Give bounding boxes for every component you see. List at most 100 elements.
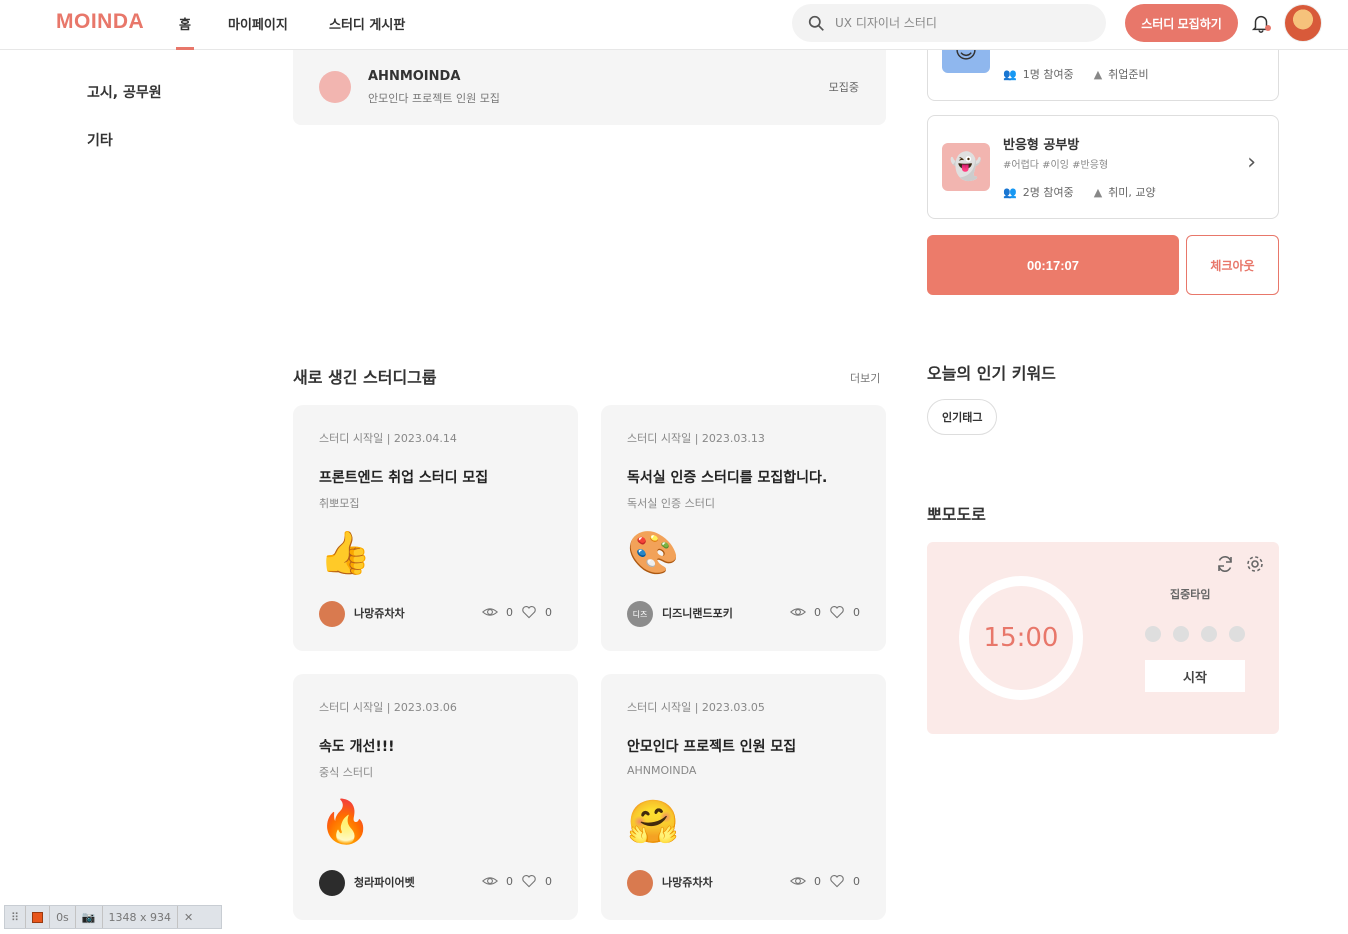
logo[interactable]: MOINDA	[56, 10, 144, 34]
avatar	[627, 870, 653, 896]
like-count: 0	[545, 874, 552, 888]
record-icon	[32, 911, 44, 923]
group-author: 나망쥬차차	[354, 607, 405, 620]
new-groups-title: 새로 생긴 스터디그룹	[293, 368, 437, 387]
group-author: 디즈니랜드포키	[662, 607, 733, 620]
top-header: MOINDA 홈 마이페이지 스터디 게시판 스터디 모집하기	[0, 0, 1348, 50]
pomodoro-mode: 집중타임	[1170, 588, 1211, 601]
camera-icon[interactable]: 📷	[76, 906, 103, 928]
thumbs-up-icon: 👍	[319, 528, 372, 577]
nav-study-board[interactable]: 스터디 게시판	[329, 14, 405, 33]
group-subtitle: 중식 스터디	[319, 766, 374, 779]
keywords-title: 오늘의 인기 키워드	[927, 364, 1056, 383]
group-stats: 0 0	[790, 604, 860, 620]
room-category: 취업준비	[1108, 68, 1149, 81]
pomodoro-title: 뽀모도로	[927, 505, 986, 524]
pomodoro-controls	[1215, 554, 1265, 574]
my-study-card[interactable]: AHNMOINDA 안모인다 프로젝트 인원 모집 모집중	[293, 48, 886, 125]
recruit-study-button[interactable]: 스터디 모집하기	[1125, 4, 1238, 42]
view-count: 0	[506, 874, 513, 888]
search-icon	[808, 15, 824, 31]
room-meta: 👥 2명 참여중 ▲ 취미, 교양	[1003, 184, 1156, 200]
group-title: 속도 개선!!!	[319, 739, 395, 755]
group-title: 안모인다 프로젝트 인원 모집	[627, 739, 797, 755]
group-card[interactable]: 스터디 시작일 | 2023.03.06 속도 개선!!! 중식 스터디 🔥 청…	[293, 674, 578, 920]
progress-dot	[1201, 626, 1217, 642]
room-tags: #어렵다 #이잉 #반응형	[1003, 160, 1109, 171]
room-card[interactable]: 👻 반응형 공부방 #어렵다 #이잉 #반응형 👥 2명 참여중 ▲ 취미, 교양 …	[927, 115, 1279, 219]
group-stats: 0 0	[790, 873, 860, 889]
people-icon: 👥	[1003, 186, 1017, 199]
sidebar-item-exam[interactable]: 고시, 공무원	[87, 82, 162, 102]
study-avatar	[319, 71, 351, 103]
avatar: 디즈	[627, 601, 653, 627]
group-author: 나망쥬차차	[662, 876, 713, 889]
group-subtitle: 취뽀모집	[319, 497, 360, 510]
study-timer-button[interactable]: 00:17:07	[927, 235, 1179, 295]
status-badge: 모집중	[828, 81, 859, 94]
fire-icon: 🔥	[319, 797, 372, 846]
capture-size: 1348 x 934	[103, 906, 178, 928]
eye-icon	[790, 877, 806, 885]
chevron-right-icon: ›	[1247, 150, 1256, 175]
eye-icon	[482, 877, 498, 885]
user-avatar[interactable]	[1284, 4, 1322, 42]
sidebar-item-etc[interactable]: 기타	[87, 130, 113, 150]
group-date: 스터디 시작일 | 2023.04.14	[319, 432, 457, 445]
hugging-face-icon: 🤗	[627, 797, 680, 846]
group-date: 스터디 시작일 | 2023.03.05	[627, 701, 765, 714]
gear-icon[interactable]	[1245, 554, 1265, 574]
record-button[interactable]	[26, 906, 51, 928]
category-icon: ▲	[1093, 68, 1103, 81]
keyword-tag[interactable]: 인기태그	[927, 399, 998, 435]
palette-icon: 🎨	[627, 528, 680, 577]
heart-icon[interactable]	[829, 873, 845, 889]
record-timer: 0s	[50, 906, 76, 928]
notification-dot	[1265, 25, 1271, 31]
heart-icon[interactable]	[521, 604, 537, 620]
like-count: 0	[853, 874, 860, 888]
group-card[interactable]: 스터디 시작일 | 2023.03.13 독서실 인증 스터디를 모집합니다. …	[601, 405, 886, 651]
checkout-button[interactable]: 체크아웃	[1186, 235, 1279, 295]
room-meta: 👥 1명 참여중 ▲ 취업준비	[1003, 66, 1149, 82]
eye-icon	[790, 608, 806, 616]
group-title: 프론트엔드 취업 스터디 모집	[319, 470, 489, 486]
group-author: 청라파이어벳	[354, 876, 415, 889]
progress-dot	[1229, 626, 1245, 642]
recorder-toolbar: ⠿ 0s 📷 1348 x 934 ✕	[4, 905, 222, 929]
search-input[interactable]	[835, 16, 1085, 30]
nav-mypage[interactable]: 마이페이지	[228, 14, 288, 33]
pomodoro-progress-dots	[1145, 626, 1245, 642]
people-icon: 👥	[1003, 68, 1017, 81]
group-card[interactable]: 스터디 시작일 | 2023.04.14 프론트엔드 취업 스터디 모집 취뽀모…	[293, 405, 578, 651]
progress-dot	[1173, 626, 1189, 642]
view-count: 0	[814, 605, 821, 619]
group-title: 독서실 인증 스터디를 모집합니다.	[627, 470, 828, 486]
group-subtitle: 독서실 인증 스터디	[627, 497, 715, 510]
like-count: 0	[545, 605, 552, 619]
more-link[interactable]: 더보기	[850, 370, 880, 386]
heart-icon[interactable]	[829, 604, 845, 620]
group-date: 스터디 시작일 | 2023.03.13	[627, 432, 765, 445]
category-icon: ▲	[1093, 186, 1103, 199]
room-members: 2명 참여중	[1022, 186, 1074, 199]
view-count: 0	[814, 874, 821, 888]
group-stats: 0 0	[482, 604, 552, 620]
pomodoro-start-button[interactable]: 시작	[1145, 660, 1245, 692]
search-bar	[792, 4, 1106, 42]
pomodoro-time: 15:00	[969, 586, 1073, 690]
group-subtitle: AHNMOINDA	[627, 764, 697, 777]
group-card[interactable]: 스터디 시작일 | 2023.03.05 안모인다 프로젝트 인원 모집 AHN…	[601, 674, 886, 920]
drag-handle-icon[interactable]: ⠿	[5, 906, 27, 928]
room-thumb: 👻	[942, 143, 990, 191]
like-count: 0	[853, 605, 860, 619]
heart-icon[interactable]	[521, 873, 537, 889]
progress-dot	[1145, 626, 1161, 642]
refresh-icon[interactable]	[1215, 554, 1235, 574]
study-name: AHNMOINDA	[368, 69, 461, 84]
close-icon[interactable]: ✕	[178, 906, 199, 928]
pomodoro-panel: 15:00 집중타임 시작	[927, 542, 1279, 734]
nav-home[interactable]: 홈	[176, 14, 194, 50]
avatar	[319, 870, 345, 896]
group-stats: 0 0	[482, 873, 552, 889]
